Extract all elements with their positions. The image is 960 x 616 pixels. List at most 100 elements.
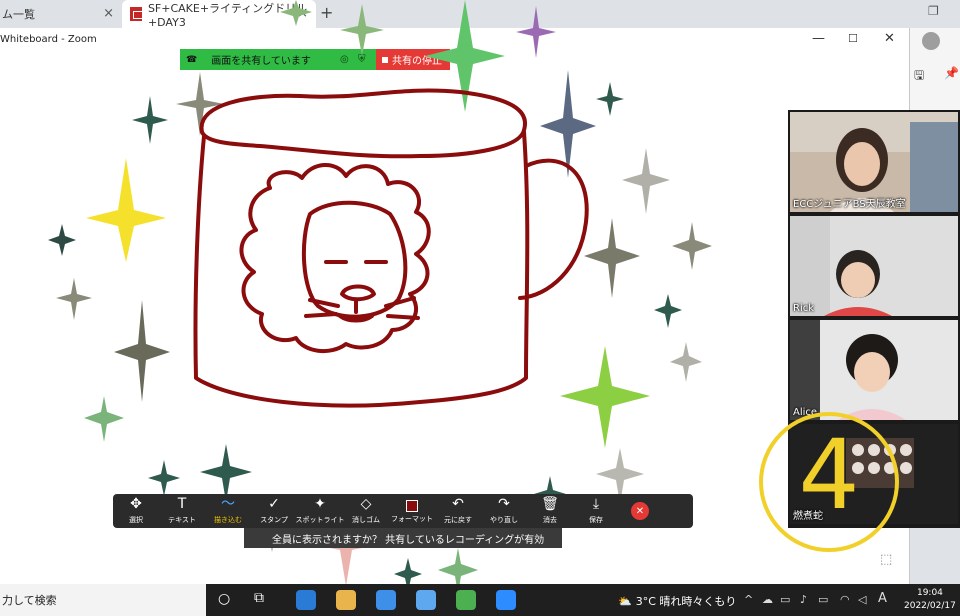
tool-label: 消去 [543,516,557,524]
expand-icon[interactable]: ⬚ [880,552,892,567]
tool-icon: ↶ [452,496,464,512]
windows-taskbar: 力して検索 ○ ⧉ ⛅ 3°C 晴れ時々くもり ^ ☁ ▭ ♪ ▭ ◠ ◁ A … [0,584,960,616]
new-tab-button[interactable]: + [320,3,333,22]
tool-icon: ◇ [360,496,372,512]
clock-date: 2022/02/17 [904,601,956,611]
tool-icon: ⤓ [592,496,600,512]
participant-name: Rick [793,303,815,314]
maximize-button[interactable]: ☐ [848,32,858,45]
tool-label: スポットライト [295,516,345,524]
toolbar-tool-2[interactable]: 〜描き込む [205,494,251,528]
mic-icon[interactable]: ♪ [800,593,807,606]
weather-widget[interactable]: ⛅ 3°C 晴れ時々くもり [618,593,736,609]
wifi-icon[interactable]: ◠ [840,593,850,606]
search-placeholder: 力して検索 [2,594,57,607]
tab-label: ム一覧 [2,8,35,21]
close-icon[interactable]: × [103,6,114,21]
close-button[interactable]: ✕ [884,31,895,46]
video-tile[interactable]: Alice [790,320,958,420]
color-swatch-icon [406,500,418,512]
tool-icon: T [177,496,187,512]
video-tile[interactable]: 燃煮蛇 [790,424,958,524]
profile-avatar-icon[interactable] [922,32,940,50]
minimize-button[interactable]: — [812,31,825,46]
tool-icon: 〜 [221,496,235,512]
toolbar-tool-4[interactable]: ✦ スポットライト [295,494,345,528]
toolbar-tool-8[interactable]: ↷ やり直し [481,494,527,528]
taskbar-search-input[interactable]: 力して検索 [0,584,206,616]
participant-name: ECCジュニアBS天辰教室 [793,199,906,210]
browser-tab-list[interactable]: ム一覧 × [0,0,122,28]
tool-label: 保存 [589,516,603,524]
zoom-icon[interactable] [496,590,516,610]
close-icon[interactable]: × [297,6,308,21]
participant-name: 燃煮蛇 [793,511,823,522]
toolbar-tool-3[interactable]: ✓ スタンプ [251,494,297,528]
tool-icon: ✥ [130,496,142,512]
stop-share-label: 共有の停止 [392,56,442,67]
save-page-icon[interactable]: 🖫 [914,66,924,87]
toolbar-tool-0[interactable]: ✥ 選択 [113,494,159,528]
tab-label: SF+CAKE+ライティングドリル+DAY3 [147,1,308,29]
explorer-icon[interactable] [336,590,356,610]
window-title: Whiteboard - Zoom [0,34,97,45]
toolbar-tool-1[interactable]: T テキスト [159,494,205,528]
battery-icon[interactable]: ▭ [818,593,828,606]
toolbar-tool-9[interactable]: 🗑 消去 [527,494,573,528]
weather-text: 3°C 晴れ時々くもり [635,595,737,608]
chevron-up-icon[interactable]: ^ [744,593,753,606]
cortana-icon[interactable]: ○ [218,591,230,607]
pause-icon[interactable]: ◎ [340,54,349,65]
tool-label: 選択 [129,516,143,524]
phone-icon: ☎ [186,54,198,65]
restore-icon[interactable]: ❐ [928,4,939,18]
pin-icon[interactable]: 📌 [944,66,959,80]
video-tile[interactable]: ECCジュニアBS天辰教室 [790,112,958,212]
tool-label: フォーマット [391,515,433,523]
camera-icon[interactable]: ▭ [780,593,790,606]
toolbar-tool-6[interactable]: フォーマット [389,494,435,528]
tool-label: テキスト [168,516,196,524]
chrome-icon[interactable] [456,590,476,610]
share-status-text: 画面を共有しています [211,56,311,67]
task-view-icon[interactable]: ⧉ [254,590,264,606]
volume-icon[interactable]: ◁ [858,593,866,606]
tool-icon: ✓ [268,496,280,512]
participant-name: Alice [793,407,818,418]
tool-icon: 🗑 [541,496,559,512]
store-icon[interactable] [376,590,396,610]
notice-text: 全員に表示されますか？ 共有しているレコーディングが有効 [272,534,545,546]
browser-tab-strip: ム一覧 × SF+CAKE+ライティングドリル+DAY3 × + ❐ [0,0,960,29]
pdf-icon [130,7,143,21]
browser-tab-active[interactable]: SF+CAKE+ライティングドリル+DAY3 × [122,0,316,29]
clock-time: 19:04 [916,588,943,598]
close-toolbar-button[interactable]: ✕ [631,502,649,520]
ime-indicator[interactable]: A [878,591,887,606]
video-tile[interactable]: Rick [790,216,958,316]
taskbar-clock[interactable]: 19:04 2022/02/17 [904,587,956,613]
mail-icon[interactable] [416,590,436,610]
cloud-icon[interactable]: ☁ [762,593,773,606]
toolbar-tool-7[interactable]: ↶ 元に戻す [435,494,481,528]
tool-icon: ↷ [498,496,510,512]
edge-icon[interactable] [296,590,316,610]
screen-share-banner: ☎ 画面を共有しています ◎ ⛨ 共有の停止 [180,49,450,70]
toolbar-tool-10[interactable]: ⤓ 保存 [573,494,619,528]
tool-label: 描き込む [214,516,242,524]
weather-icon: ⛅ [618,594,632,608]
video-gallery-panel: ECCジュニアBS天辰教室 Rick Alice 燃煮蛇 [788,110,960,528]
tool-label: 元に戻す [444,516,472,524]
participant-video [790,216,958,316]
tool-label: スタンプ [260,516,288,524]
tool-label: やり直し [490,516,518,524]
participant-video [790,320,958,420]
stop-share-button[interactable]: 共有の停止 [376,49,450,70]
tool-icon: ✦ [314,496,326,512]
tool-label: 消しゴム [352,516,380,524]
toolbar-tool-5[interactable]: ◇ 消しゴム [343,494,389,528]
whiteboard-toolbar: ✥ 選択 T テキスト 〜描き込む ✓ スタンプ ✦ スポットライト ◇ 消しゴム フォーマット ↶ 元に… [113,494,693,528]
stop-icon [382,56,388,63]
share-status: ☎ 画面を共有しています ◎ ⛨ [180,49,376,70]
shield-icon: ⛨ [358,54,366,65]
recording-notice: 全員に表示されますか？ 共有しているレコーディングが有効 [244,528,562,548]
